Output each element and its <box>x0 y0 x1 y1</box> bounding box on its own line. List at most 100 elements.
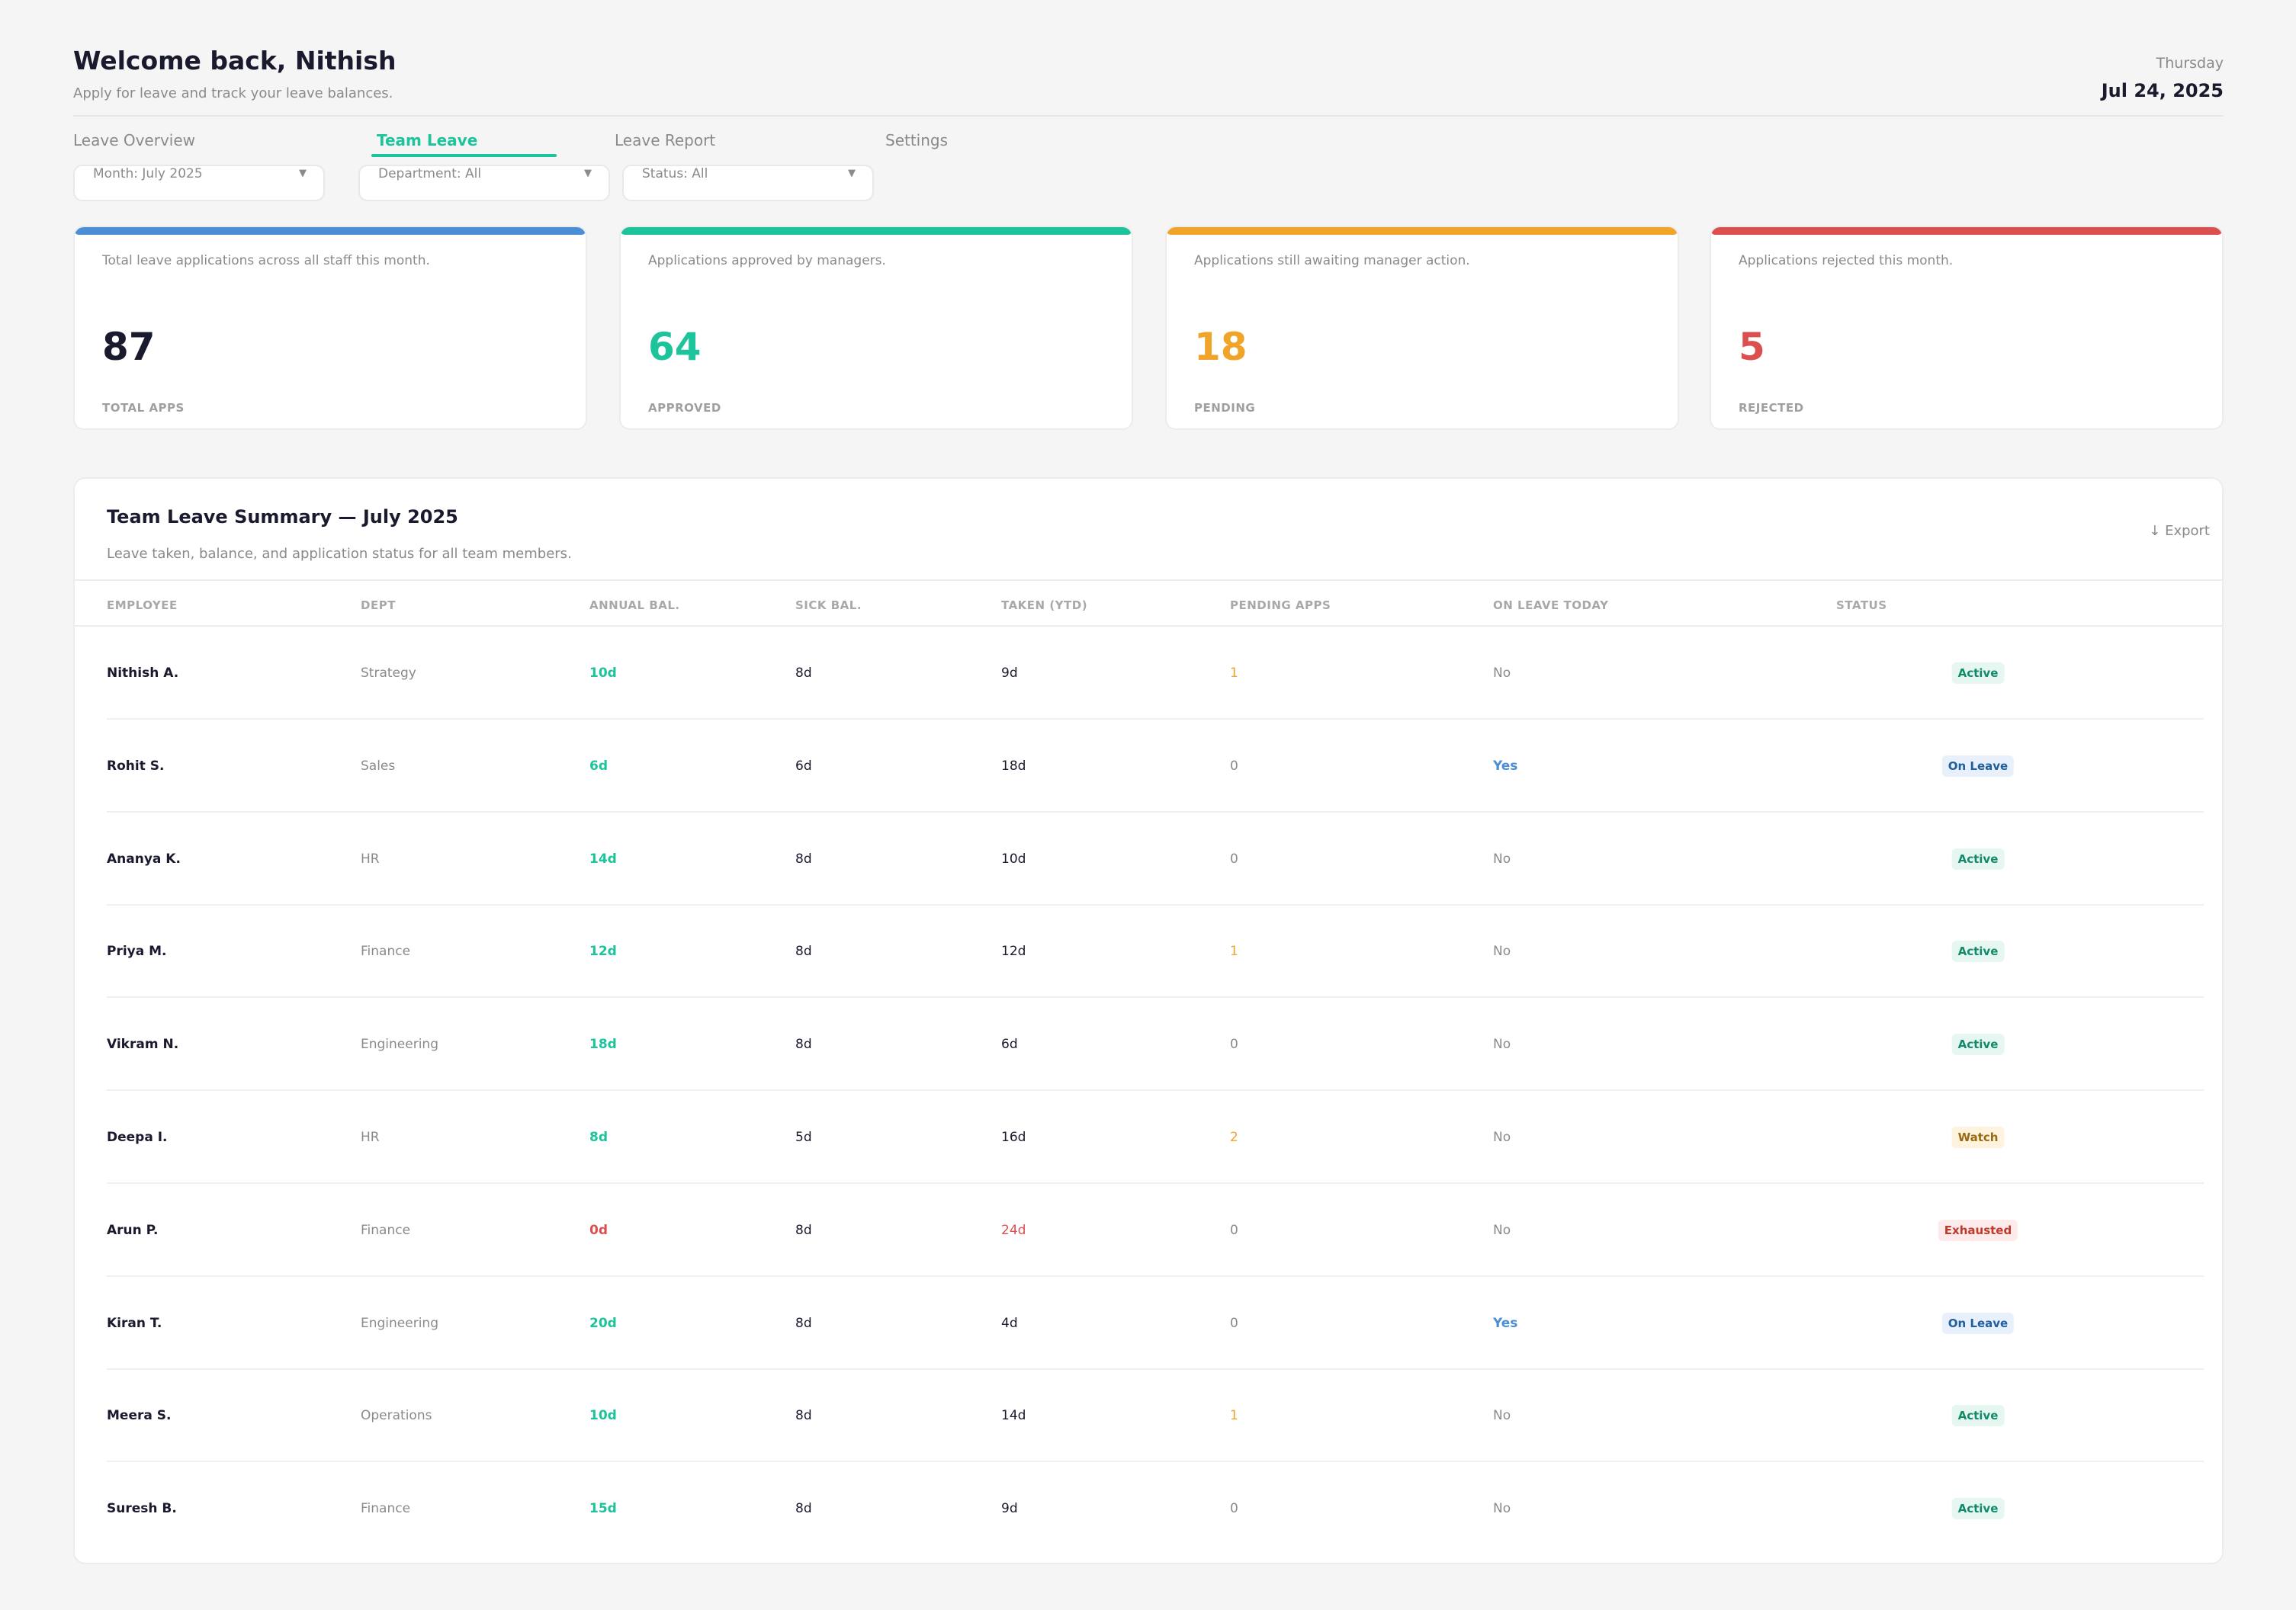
table-row[interactable]: Suresh B. Finance 15d 8d 9d 0 No Active <box>107 1462 2204 1555</box>
taken-ytd: 12d <box>1001 944 1026 960</box>
stat-card-pending: Applications still awaiting manager acti… <box>1165 226 1679 430</box>
on-leave-today: No <box>1493 944 1511 960</box>
card-value: 87 <box>102 325 156 369</box>
column-header-employee[interactable]: EMPLOYEE <box>107 598 178 612</box>
card-description: Applications rejected this month. <box>1739 253 1954 268</box>
sick-balance: 5d <box>795 1130 812 1145</box>
employee-name: Ananya K. <box>107 851 181 867</box>
tab-settings[interactable]: Settings <box>885 131 948 149</box>
taken-ytd: 6d <box>1001 1037 1018 1053</box>
card-value: 5 <box>1739 325 1765 369</box>
column-header-dept[interactable]: DEPT <box>361 598 396 612</box>
pending-apps: 2 <box>1230 1130 1238 1145</box>
annual-balance: 20d <box>589 1315 617 1331</box>
welcome-title: Welcome back, Nithish <box>73 46 397 75</box>
table-row[interactable]: Priya M. Finance 12d 8d 12d 1 No Active <box>107 905 2204 999</box>
column-header-status[interactable]: STATUS <box>1836 598 1887 612</box>
pending-apps: 0 <box>1230 758 1238 774</box>
on-leave-today: No <box>1493 1037 1511 1053</box>
taken-ytd: 10d <box>1001 851 1026 867</box>
stat-card-total: Total leave applications across all staf… <box>73 226 587 430</box>
sick-balance: 6d <box>795 758 812 774</box>
on-leave-today: No <box>1493 665 1511 681</box>
table-row[interactable]: Kiran T. Engineering 20d 8d 4d 0 Yes On Leave <box>107 1277 2204 1370</box>
on-leave-today: No <box>1493 1408 1511 1424</box>
column-header-annual-balance[interactable]: ANNUAL BAL. <box>589 598 680 612</box>
table-row[interactable]: Deepa I. HR 8d 5d 16d 2 No Watch <box>107 1091 2204 1184</box>
status-filter-label: Status: All <box>642 166 708 181</box>
table-row[interactable]: Meera S. Operations 10d 8d 14d 1 No Active <box>107 1369 2204 1463</box>
card-description: Applications approved by managers. <box>648 253 886 268</box>
on-leave-today: Yes <box>1493 758 1518 774</box>
table-row[interactable]: Rohit S. Sales 6d 6d 18d 0 Yes On Leave <box>107 720 2204 813</box>
pending-apps: 1 <box>1230 1408 1238 1424</box>
divider <box>75 579 2222 581</box>
employee-name: Arun P. <box>107 1222 159 1238</box>
table-title: Team Leave Summary — July 2025 <box>107 506 458 528</box>
card-label: PENDING <box>1194 401 1256 415</box>
pending-apps: 0 <box>1230 1222 1238 1238</box>
employee-dept: Finance <box>361 1222 411 1238</box>
department-filter-label: Department: All <box>378 166 482 181</box>
table-row[interactable]: Ananya K. HR 14d 8d 10d 0 No Active <box>107 813 2204 906</box>
stat-card-approved: Applications approved by managers. 64 AP… <box>619 226 1133 430</box>
employee-name: Meera S. <box>107 1408 172 1424</box>
employee-name: Vikram N. <box>107 1037 179 1053</box>
active-tab-indicator <box>371 154 557 157</box>
table-row[interactable]: Vikram N. Engineering 18d 8d 6d 0 No Active <box>107 998 2204 1092</box>
employee-dept: HR <box>361 1130 380 1145</box>
column-header-taken-ytd[interactable]: TAKEN (YTD) <box>1001 598 1087 612</box>
employee-name: Suresh B. <box>107 1501 177 1517</box>
welcome-subtitle: Apply for leave and track your leave bal… <box>73 85 393 101</box>
column-header-sick-balance[interactable]: SICK BAL. <box>795 598 862 612</box>
card-value: 64 <box>648 325 702 369</box>
card-accent-bar <box>621 227 1132 235</box>
tab-leave-report[interactable]: Leave Report <box>615 131 715 149</box>
sick-balance: 8d <box>795 1501 812 1517</box>
tab-leave-overview[interactable]: Leave Overview <box>73 131 195 149</box>
on-leave-today: No <box>1493 851 1511 867</box>
month-filter-select[interactable]: Month: July 2025 ▼ <box>73 165 325 201</box>
sick-balance: 8d <box>795 1222 812 1238</box>
employee-dept: Finance <box>361 944 411 960</box>
taken-ytd: 14d <box>1001 1408 1026 1424</box>
tab-team-leave[interactable]: Team Leave <box>377 131 477 149</box>
annual-balance: 0d <box>589 1222 608 1238</box>
column-header-pending-apps[interactable]: PENDING APPS <box>1230 598 1331 612</box>
pending-apps: 0 <box>1230 1501 1238 1517</box>
employee-dept: Engineering <box>361 1037 438 1053</box>
card-description: Applications still awaiting manager acti… <box>1194 253 1470 268</box>
employee-dept: Finance <box>361 1501 411 1517</box>
pending-apps: 0 <box>1230 1315 1238 1331</box>
on-leave-today: No <box>1493 1130 1511 1145</box>
status-filter-select[interactable]: Status: All ▼ <box>622 165 874 201</box>
taken-ytd: 18d <box>1001 758 1026 774</box>
table-row[interactable]: Arun P. Finance 0d 8d 24d 0 No Exhausted <box>107 1184 2204 1277</box>
sick-balance: 8d <box>795 851 812 867</box>
status-badge: Active <box>1951 1498 2005 1520</box>
annual-balance: 10d <box>589 665 617 681</box>
employee-dept: Sales <box>361 758 396 774</box>
table-row[interactable]: Nithish A. Strategy 10d 8d 9d 1 No Active <box>107 627 2204 720</box>
status-badge: Exhausted <box>1938 1219 2018 1241</box>
current-date: Jul 24, 2025 <box>2101 80 2224 101</box>
status-badge: On Leave <box>1941 1312 2015 1334</box>
card-label: TOTAL APPS <box>102 401 185 415</box>
sick-balance: 8d <box>795 1315 812 1331</box>
taken-ytd: 4d <box>1001 1315 1018 1331</box>
employee-dept: Engineering <box>361 1315 438 1331</box>
employee-name: Nithish A. <box>107 665 179 681</box>
column-header-on-leave-today[interactable]: ON LEAVE TODAY <box>1493 598 1608 612</box>
annual-balance: 18d <box>589 1037 617 1053</box>
card-label: APPROVED <box>648 401 721 415</box>
annual-balance: 8d <box>589 1130 608 1145</box>
card-accent-bar <box>1167 227 1678 235</box>
month-filter-label: Month: July 2025 <box>93 166 203 181</box>
annual-balance: 15d <box>589 1501 617 1517</box>
department-filter-select[interactable]: Department: All ▼ <box>358 165 610 201</box>
employee-name: Rohit S. <box>107 758 165 774</box>
chevron-down-icon: ▼ <box>584 168 592 179</box>
sick-balance: 8d <box>795 1037 812 1053</box>
export-button[interactable]: ↓ Export <box>2149 523 2210 539</box>
chevron-down-icon: ▼ <box>848 168 856 179</box>
